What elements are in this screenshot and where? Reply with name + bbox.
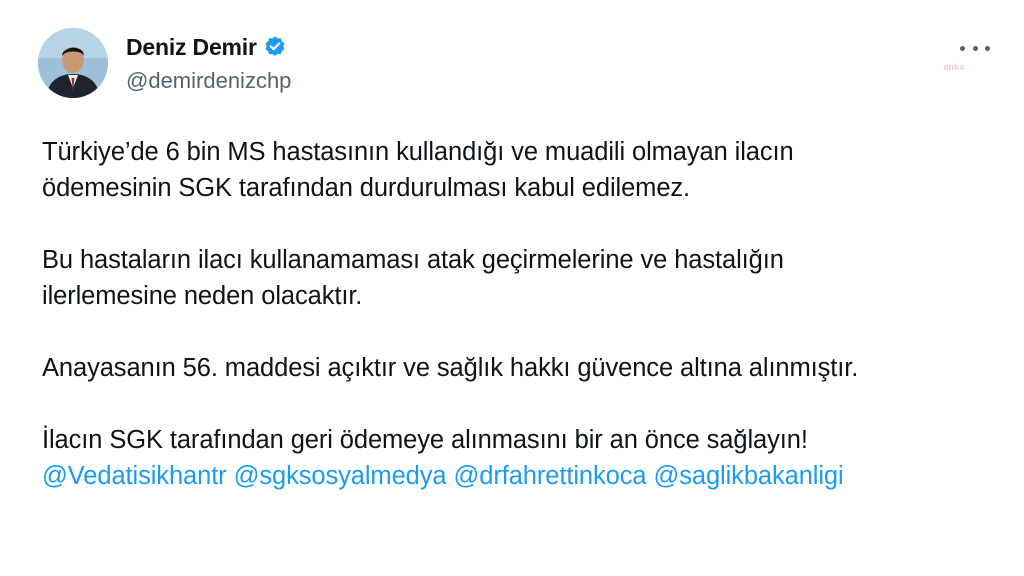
dot bbox=[985, 45, 990, 51]
tweet-text: Türkiye’de 6 bin MS hastasının kullandığ… bbox=[42, 134, 992, 494]
avatar[interactable] bbox=[38, 28, 108, 98]
dot bbox=[960, 45, 965, 51]
tweet-header: Deniz Demir @demirdenizchp bbox=[38, 28, 291, 98]
tweet-line: Türkiye’de 6 bin MS hastasının kullandığ… bbox=[42, 138, 794, 166]
tweet-paragraph: Türkiye’de 6 bin MS hastasının kullandığ… bbox=[42, 134, 992, 206]
tweet-paragraph: İlacın SGK tarafından geri ödemeye alınm… bbox=[42, 422, 992, 458]
mention-link[interactable]: @drfahrettinkoca bbox=[453, 462, 646, 490]
mention-list: @Vedatisikhantr @sgksosyalmedya @drfahre… bbox=[42, 458, 992, 494]
tweet-line: Bu hastaların ilacı kullanamaması atak g… bbox=[42, 246, 784, 274]
tweet-paragraph: Anayasanın 56. maddesi açıktır ve sağlık… bbox=[42, 350, 992, 386]
mention-link[interactable]: @saglikbakanligi bbox=[653, 462, 843, 490]
dot bbox=[972, 45, 978, 51]
name-row: Deniz Demir bbox=[126, 32, 291, 62]
tweet-line: Anayasanın 56. maddesi açıktır ve sağlık… bbox=[42, 354, 859, 382]
tweet-line: ilerlemesine neden olacaktır. bbox=[42, 282, 363, 310]
tweet-paragraph: Bu hastaların ilacı kullanamaması atak g… bbox=[42, 242, 992, 314]
watermark-logo: anka bbox=[943, 62, 964, 72]
tweet-line: ödemesinin SGK tarafından durdurulması k… bbox=[42, 174, 691, 202]
more-options-icon[interactable] bbox=[960, 38, 990, 58]
tweet-card: Deniz Demir @demirdenizchp anka Türkiye’… bbox=[0, 0, 1024, 576]
author-display-name[interactable]: Deniz Demir bbox=[126, 34, 257, 61]
author-names: Deniz Demir @demirdenizchp bbox=[126, 32, 291, 94]
verified-badge-icon bbox=[263, 35, 287, 59]
profile-photo-icon bbox=[38, 28, 108, 98]
mention-link[interactable]: @Vedatisikhantr bbox=[42, 462, 227, 490]
tweet-line: İlacın SGK tarafından geri ödemeye alınm… bbox=[42, 426, 808, 454]
mention-link[interactable]: @sgksosyalmedya bbox=[234, 462, 447, 490]
author-handle[interactable]: @demirdenizchp bbox=[126, 68, 291, 94]
